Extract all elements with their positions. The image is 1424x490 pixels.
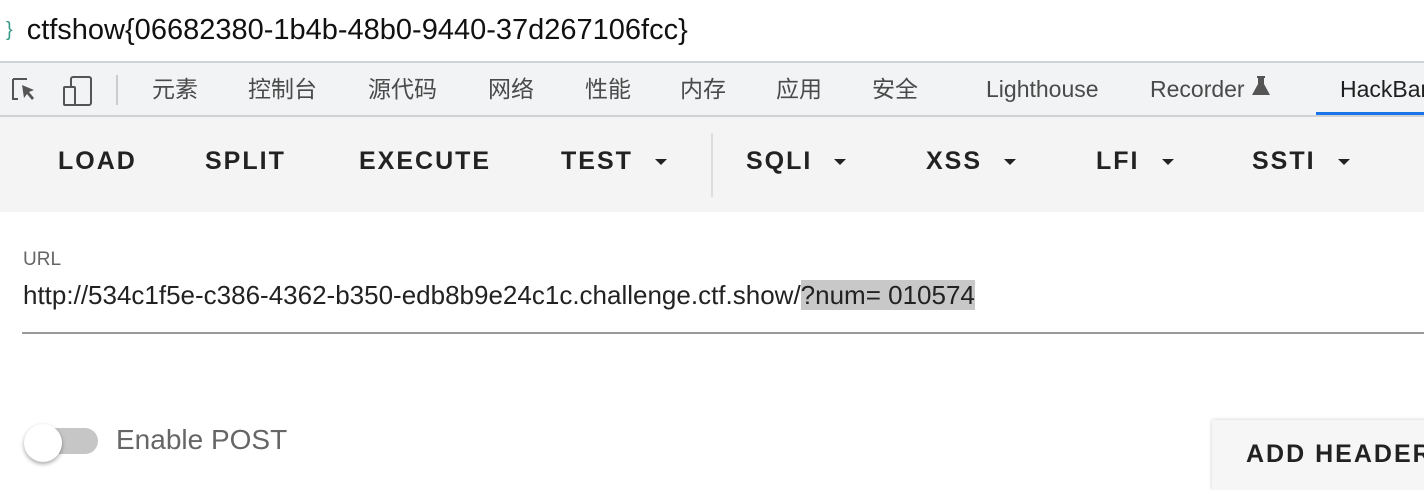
test-label: TEST bbox=[561, 147, 633, 175]
url-text: http://534c1f5e-c386-4362-b350-edb8b9e24… bbox=[23, 280, 801, 310]
url-label: URL bbox=[23, 249, 62, 270]
divider bbox=[116, 75, 118, 105]
caret-down-icon bbox=[1161, 158, 1174, 165]
split-button[interactable]: SPLIT bbox=[205, 147, 286, 176]
enable-post-toggle[interactable] bbox=[24, 424, 100, 462]
caret-down-icon bbox=[1004, 158, 1017, 165]
url-input[interactable]: http://534c1f5e-c386-4362-b350-edb8b9e24… bbox=[23, 280, 975, 311]
tab-console[interactable]: 控制台 bbox=[248, 63, 317, 115]
tab-memory[interactable]: 内存 bbox=[680, 63, 726, 115]
device-toolbar-icon[interactable] bbox=[62, 75, 94, 107]
xss-label: XSS bbox=[926, 147, 983, 175]
tab-network[interactable]: 网络 bbox=[488, 63, 534, 115]
flask-icon bbox=[1252, 76, 1270, 95]
ssti-label: SSTI bbox=[1252, 147, 1316, 175]
tab-hackbar[interactable]: HackBar bbox=[1316, 63, 1424, 115]
url-selected-text: ?num= 010574 bbox=[800, 280, 975, 310]
ssti-dropdown[interactable]: SSTI bbox=[1252, 147, 1350, 176]
sqli-label: SQLI bbox=[746, 147, 813, 175]
tab-lighthouse[interactable]: Lighthouse bbox=[986, 63, 1099, 115]
test-dropdown[interactable]: TEST bbox=[561, 147, 667, 176]
tab-application[interactable]: 应用 bbox=[776, 63, 822, 115]
brace: } bbox=[6, 18, 13, 41]
tab-recorder-label: Recorder bbox=[1150, 76, 1245, 102]
tab-elements[interactable]: 元素 bbox=[152, 63, 198, 115]
load-button[interactable]: LOAD bbox=[58, 147, 137, 176]
enable-post-label: Enable POST bbox=[116, 424, 288, 455]
caret-down-icon bbox=[1337, 158, 1350, 165]
tab-sources[interactable]: 源代码 bbox=[368, 63, 437, 115]
inspect-element-icon[interactable] bbox=[10, 75, 40, 105]
execute-button[interactable]: EXECUTE bbox=[359, 147, 491, 176]
url-underline bbox=[22, 332, 1424, 334]
lfi-dropdown[interactable]: LFI bbox=[1096, 147, 1174, 176]
devtools-tab-bar: 元素 控制台 源代码 网络 性能 内存 应用 安全 Lighthouse Rec… bbox=[0, 61, 1424, 117]
caret-down-icon bbox=[834, 158, 847, 165]
tab-recorder[interactable]: Recorder bbox=[1150, 63, 1271, 115]
caret-down-icon bbox=[654, 158, 667, 165]
hackbar-toolbar: LOAD SPLIT EXECUTE TEST SQLI XSS LFI SST… bbox=[0, 117, 1424, 212]
sqli-dropdown[interactable]: SQLI bbox=[746, 147, 847, 176]
add-header-button[interactable]: ADD HEADER bbox=[1212, 420, 1424, 490]
xss-dropdown[interactable]: XSS bbox=[926, 147, 1017, 176]
lfi-label: LFI bbox=[1096, 147, 1140, 175]
tab-performance[interactable]: 性能 bbox=[585, 63, 631, 115]
tab-security[interactable]: 安全 bbox=[872, 63, 918, 115]
toolbar-divider bbox=[711, 133, 713, 197]
page-output: } ctfshow{06682380-1b4b-48b0-9440-37d267… bbox=[0, 0, 1424, 60]
flag-text: ctfshow{06682380-1b4b-48b0-9440-37d26710… bbox=[26, 13, 688, 46]
